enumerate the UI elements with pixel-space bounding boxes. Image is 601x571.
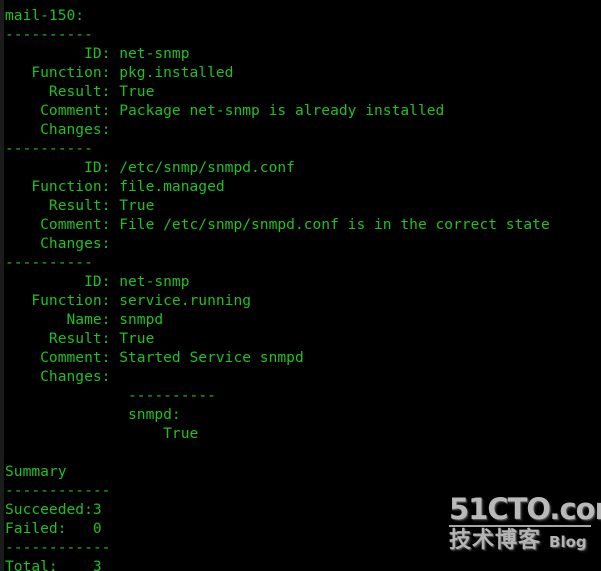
state-row: Name: snmpd	[5, 311, 164, 328]
state-row: Function: file.managed	[5, 178, 225, 195]
summary-title: Summary	[5, 463, 67, 480]
host-header: mail-150:	[5, 7, 85, 24]
state-row: Changes:	[5, 368, 111, 385]
terminal-output[interactable]: mail-150: ---------- ID: net-snmp Functio…	[0, 0, 601, 571]
summary-separator: ------------	[5, 539, 111, 556]
summary-row: Failed: 0	[5, 520, 102, 537]
state-row: ID: net-snmp	[5, 273, 190, 290]
state-row: Function: service.running	[5, 292, 252, 309]
state-separator: ----------	[5, 140, 93, 157]
state-separator: ----------	[5, 254, 93, 271]
terminal-window: mail-150: ---------- ID: net-snmp Functio…	[0, 0, 601, 571]
changes-key: snmpd:	[5, 406, 181, 423]
state-row: Comment: Started Service snmpd	[5, 349, 304, 366]
changes-value: True	[5, 425, 199, 442]
state-row: Comment: File /etc/snmp/snmpd.conf is in…	[5, 216, 550, 233]
state-row: ID: /etc/snmp/snmpd.conf	[5, 159, 295, 176]
state-row: Result: True	[5, 330, 155, 347]
state-row: ID: net-snmp	[5, 45, 190, 62]
state-row: Changes:	[5, 121, 111, 138]
state-row: Result: True	[5, 197, 155, 214]
state-row: Function: pkg.installed	[5, 64, 234, 81]
changes-separator: ----------	[5, 387, 216, 404]
summary-row: Succeeded:3	[5, 501, 102, 518]
state-row: Changes:	[5, 235, 111, 252]
summary-total-row: Total: 3	[5, 558, 102, 571]
state-row: Comment: Package net-snmp is already ins…	[5, 102, 445, 119]
summary-separator: ------------	[5, 482, 111, 499]
state-row: Result: True	[5, 83, 155, 100]
state-separator: ----------	[5, 26, 93, 43]
